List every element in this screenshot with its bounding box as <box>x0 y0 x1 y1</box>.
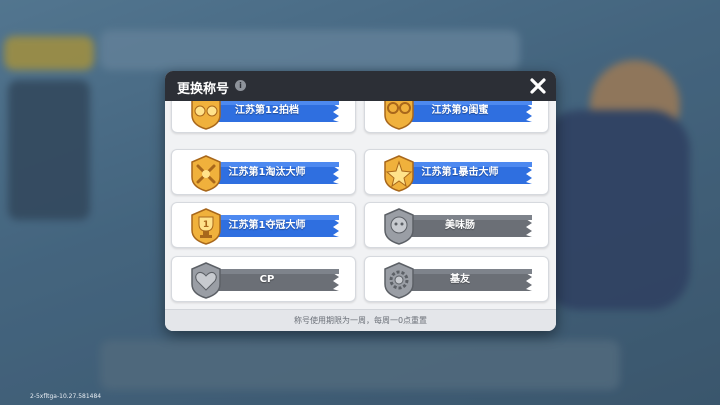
title-label: 江苏第9闺蜜 <box>431 105 489 116</box>
title-label: 江苏第1暴击大师 <box>421 167 499 178</box>
svg-text:1: 1 <box>203 220 209 230</box>
version-label: 2-5xfltga-10.27.581484 <box>30 393 102 400</box>
title-label: 江苏第1夺冠大师 <box>228 220 306 231</box>
title-label: 美味肠 <box>445 220 475 231</box>
dialog-header: 更换称号 i <box>165 71 556 101</box>
title-card[interactable]: 基友 <box>364 256 549 302</box>
title-card[interactable]: 江苏第12拍档 <box>171 101 356 133</box>
title-card[interactable]: 1 江苏第1夺冠大师 <box>171 202 356 248</box>
title-label: 江苏第12拍档 <box>235 105 299 116</box>
close-button[interactable] <box>527 75 549 97</box>
title-label: 基友 <box>450 274 470 285</box>
info-icon[interactable]: i <box>235 80 246 91</box>
close-icon <box>530 78 546 94</box>
title-label: CP <box>259 274 275 285</box>
title-label: 江苏第1淘汰大师 <box>228 167 306 178</box>
title-card[interactable]: 美味肠 <box>364 202 549 248</box>
title-grid[interactable]: 江苏第12拍档 江苏第9闺蜜 江苏第1淘汰大师 江苏第1暴击大师 1 江苏第1夺… <box>165 101 556 309</box>
title-card[interactable]: 江苏第9闺蜜 <box>364 101 549 133</box>
title-card[interactable]: CP <box>171 256 356 302</box>
title-select-dialog: 更换称号 i 江苏第12拍档 江苏第9闺蜜 江苏第1淘汰大师 江苏第1暴击大师 … <box>165 71 556 331</box>
title-card[interactable]: 江苏第1淘汰大师 <box>171 149 356 195</box>
dialog-footer-note: 称号使用期限为一周，每周一0点重置 <box>165 309 556 331</box>
dialog-title: 更换称号 <box>177 82 230 97</box>
title-card[interactable]: 江苏第1暴击大师 <box>364 149 549 195</box>
